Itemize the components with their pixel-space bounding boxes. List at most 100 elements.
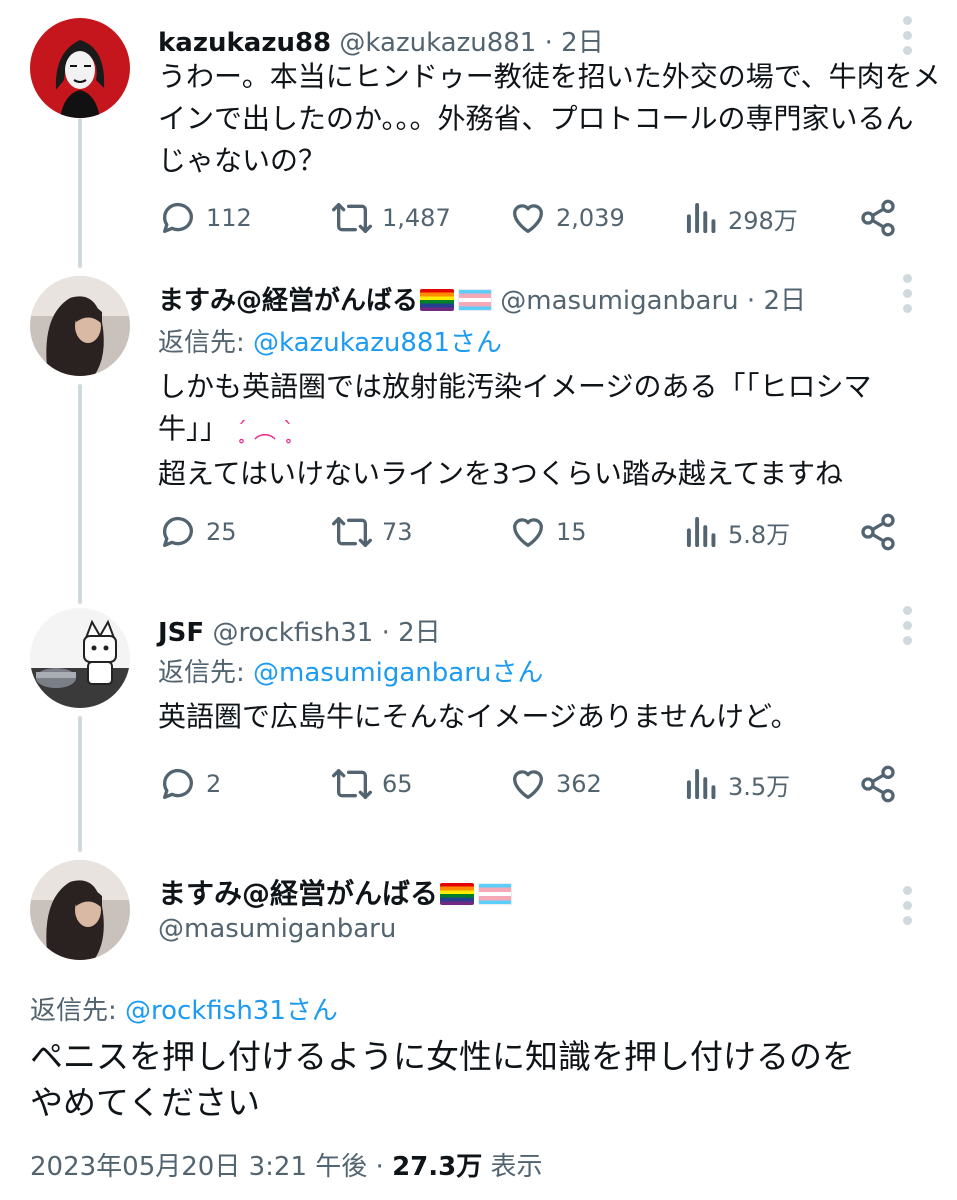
reply-count: 2 [206, 770, 222, 798]
reply-count: 25 [206, 518, 237, 546]
transgender-flag-icon [478, 883, 513, 905]
views-count: 3.5万 [728, 772, 791, 801]
author-handle[interactable]: @masumiganbaru [158, 914, 396, 944]
author-name-row: ますみ@経営がんばる [158, 872, 513, 912]
author-handle[interactable]: @kazukazu881 [339, 28, 536, 58]
weary-face-emoji: ˊ̥ ︵ ˋ̥ [236, 419, 295, 444]
tweet-header: kazukazu88 @kazukazu881 · 2日 [158, 22, 604, 59]
author-name[interactable]: JSF [158, 618, 204, 648]
more-icon[interactable] [897, 884, 919, 928]
retweet-icon [331, 203, 372, 233]
retweet-button[interactable]: 65 [330, 762, 413, 806]
rainbow-flag-icon [420, 289, 455, 311]
like-button[interactable]: 15 [508, 510, 587, 554]
like-count: 362 [556, 770, 602, 798]
like-icon [513, 770, 543, 799]
reply-button[interactable]: 2 [158, 762, 221, 806]
tweet-text: ペニスを押し付けるように女性に知識を押し付けるのを やめてください [30, 1034, 855, 1126]
thread-line [78, 716, 82, 852]
text-line: しかも英語圏では放射能汚染イメージのある「「ヒロシマ [158, 370, 872, 403]
like-button[interactable]: 362 [508, 762, 602, 806]
reply-to-label: 返信先: [158, 328, 254, 358]
action-bar: 2 65 362 3.5万 [158, 762, 898, 806]
reply-to-label: 返信先: [30, 996, 126, 1026]
timestamp[interactable]: 2日 [763, 286, 806, 316]
text-line: 超えてはいけないラインを3つくらい踏み越えてますね [158, 457, 844, 490]
tweet-header: JSF @rockfish31 · 2日 [158, 612, 441, 649]
timestamp[interactable]: 2日 [561, 28, 604, 58]
views-button[interactable]: 5.8万 [684, 510, 790, 554]
text-line: 英語圏で広島牛にそんなイメージありませんけど。 [158, 700, 799, 733]
like-count: 15 [556, 518, 587, 546]
like-icon [513, 518, 543, 547]
like-count: 2,039 [556, 204, 625, 232]
retweet-button[interactable]: 1,487 [330, 196, 451, 240]
text-line: 牛」」 [158, 412, 229, 445]
reply-to: 返信先: @kazukazu881さん [158, 322, 502, 359]
post-date[interactable]: 2023年05月20日 3:21 午後 [30, 1152, 367, 1182]
action-bar: 25 73 15 5.8万 [158, 510, 898, 554]
avatar[interactable] [30, 18, 130, 118]
more-icon[interactable] [897, 604, 919, 648]
retweet-button[interactable]: 73 [330, 510, 413, 554]
share-icon [861, 765, 895, 803]
text-line: やめてください [30, 1083, 261, 1122]
text-line: じゃないの？ [158, 144, 327, 177]
retweet-count: 73 [382, 518, 413, 546]
like-button[interactable]: 2,039 [508, 196, 625, 240]
retweet-count: 1,487 [382, 204, 451, 232]
share-icon [861, 199, 895, 237]
separator: · [373, 618, 399, 648]
reply-count: 112 [206, 204, 252, 232]
share-button[interactable] [858, 762, 898, 806]
reply-to-link[interactable]: @rockfish31さん [125, 996, 338, 1026]
more-icon[interactable] [897, 272, 919, 316]
transgender-flag-icon [458, 289, 493, 311]
views-button[interactable]: 3.5万 [684, 762, 790, 806]
share-button[interactable] [858, 510, 898, 554]
text-line: うわー。本当にヒンドゥー教徒を招いた外交の場で、牛肉をメ [158, 60, 941, 93]
tweet-text: しかも英語圏では放射能汚染イメージのある「「ヒロシマ 牛」」 ˊ̥ ︵ ˋ̥ 超え… [158, 366, 928, 495]
views-button[interactable]: 298万 [684, 196, 798, 240]
retweet-icon [331, 517, 372, 547]
reply-button[interactable]: 112 [158, 196, 252, 240]
more-icon[interactable] [897, 14, 919, 58]
author-handle[interactable]: @masumiganbaru [500, 286, 738, 316]
views-icon [686, 768, 716, 800]
text-line: ペニスを押し付けるように女性に知識を押し付けるのを [30, 1037, 855, 1076]
tweet-text: 英語圏で広島牛にそんなイメージありませんけど。 [158, 696, 928, 738]
views-count: 298万 [728, 206, 798, 235]
rainbow-flag-icon [440, 883, 475, 905]
thread-line [78, 384, 82, 604]
author-name[interactable]: ますみ@経営がんばる [158, 286, 418, 316]
author-handle[interactable]: @rockfish31 [212, 618, 373, 648]
timestamp[interactable]: 2日 [398, 618, 441, 648]
reply-to-label: 返信先: [158, 658, 254, 688]
avatar[interactable] [30, 608, 130, 708]
reply-icon [162, 768, 193, 799]
reply-button[interactable]: 25 [158, 510, 237, 554]
tweet-header: ますみ@経営がんばる @masumiganbaru · 2日 [158, 280, 806, 317]
text-line: インで出したのか。。。外務省、プロトコールの専門家いるん [158, 102, 914, 135]
share-icon [861, 513, 895, 551]
tweet-meta: 2023年05月20日 3:21 午後 · 27.3万 表示 [30, 1146, 542, 1183]
reply-to-link[interactable]: @masumiganbaruさん [253, 658, 543, 688]
views-label: 表示 [482, 1152, 543, 1182]
thread-line [78, 118, 82, 268]
avatar[interactable] [30, 860, 130, 960]
separator: · [536, 28, 562, 58]
views-count[interactable]: 27.3万 [392, 1152, 482, 1182]
reply-to-link[interactable]: @kazukazu881さん [253, 328, 502, 358]
avatar[interactable] [30, 276, 130, 376]
action-bar: 112 1,487 2,039 298万 [158, 196, 898, 240]
reply-to: 返信先: @masumiganbaruさん [158, 652, 543, 689]
author-name[interactable]: ますみ@経営がんばる [158, 877, 438, 910]
views-icon [686, 202, 716, 234]
views-count: 5.8万 [728, 520, 791, 549]
share-button[interactable] [858, 196, 898, 240]
reply-to: 返信先: @rockfish31さん [30, 990, 338, 1027]
separator: · [367, 1152, 393, 1182]
like-icon [513, 204, 543, 233]
reply-icon [162, 202, 193, 233]
author-name[interactable]: kazukazu88 [158, 28, 331, 58]
